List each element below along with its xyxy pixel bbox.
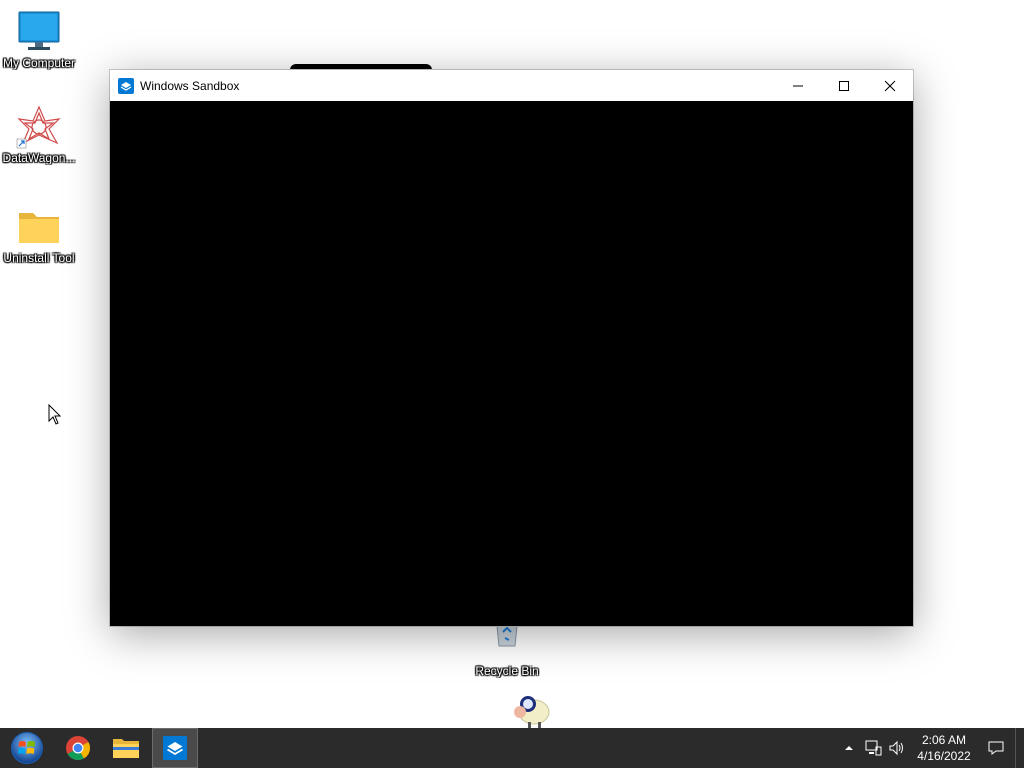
show-desktop-button[interactable] bbox=[1015, 728, 1024, 768]
clock-date: 4/16/2022 bbox=[917, 749, 971, 763]
minimize-button[interactable] bbox=[775, 70, 821, 101]
maximize-button[interactable] bbox=[821, 70, 867, 101]
window-content-area[interactable] bbox=[110, 101, 913, 626]
desktop-icon-label: DataWagon... bbox=[2, 151, 76, 165]
network-icon bbox=[865, 740, 882, 756]
sandbox-icon bbox=[118, 77, 134, 94]
desktop-icon-datawagon[interactable]: DataWagon... bbox=[0, 105, 78, 165]
action-center-button[interactable] bbox=[979, 728, 1013, 768]
windows-start-icon bbox=[11, 732, 43, 764]
datawagon-icon bbox=[16, 105, 61, 149]
mouse-cursor-icon bbox=[48, 404, 62, 425]
taskbar-sandbox-button[interactable] bbox=[152, 728, 198, 768]
close-button[interactable] bbox=[867, 70, 913, 101]
sandbox-window[interactable]: Windows Sandbox bbox=[110, 70, 913, 626]
window-title: Windows Sandbox bbox=[140, 78, 240, 93]
chrome-icon bbox=[66, 736, 91, 761]
maximize-icon bbox=[839, 80, 849, 91]
taskbar: 2:06 AM 4/16/2022 bbox=[0, 728, 1024, 768]
taskbar-chrome-button[interactable] bbox=[54, 728, 102, 768]
show-hidden-icons-button[interactable] bbox=[837, 728, 861, 768]
clock-time: 2:06 AM bbox=[921, 733, 967, 747]
volume-button[interactable] bbox=[885, 728, 909, 768]
notification-icon bbox=[988, 741, 1004, 755]
desktop-icon-label: Uninstall Tool bbox=[3, 251, 75, 265]
minimize-icon bbox=[793, 85, 803, 86]
start-button[interactable] bbox=[0, 728, 54, 768]
network-button[interactable] bbox=[861, 728, 885, 768]
desktop-icon-recycle-bin[interactable]: Recycle Bin bbox=[468, 618, 546, 678]
monitor-icon bbox=[18, 11, 60, 50]
desktop-icon-my-computer[interactable]: My Computer bbox=[0, 10, 78, 70]
desktop-icon-label: My Computer bbox=[2, 56, 76, 70]
folder-icon bbox=[19, 213, 59, 243]
desktop-icon-label: Recycle Bin bbox=[475, 664, 539, 678]
desktop: My Computer DataWagon... Uninstall Tool … bbox=[0, 0, 1024, 728]
close-icon bbox=[884, 80, 896, 91]
window-titlebar[interactable]: Windows Sandbox bbox=[110, 70, 913, 101]
sandbox-icon bbox=[163, 736, 187, 760]
sheep-mascot-icon[interactable] bbox=[508, 690, 552, 728]
folder-icon bbox=[113, 739, 139, 758]
desktop-icon-uninstall-tool[interactable]: Uninstall Tool bbox=[0, 205, 78, 265]
chevron-up-icon bbox=[845, 746, 853, 750]
volume-icon bbox=[889, 740, 903, 756]
taskbar-clock[interactable]: 2:06 AM 4/16/2022 bbox=[913, 732, 975, 764]
system-tray: 2:06 AM 4/16/2022 bbox=[837, 728, 1024, 768]
taskbar-file-explorer-button[interactable] bbox=[102, 728, 150, 768]
